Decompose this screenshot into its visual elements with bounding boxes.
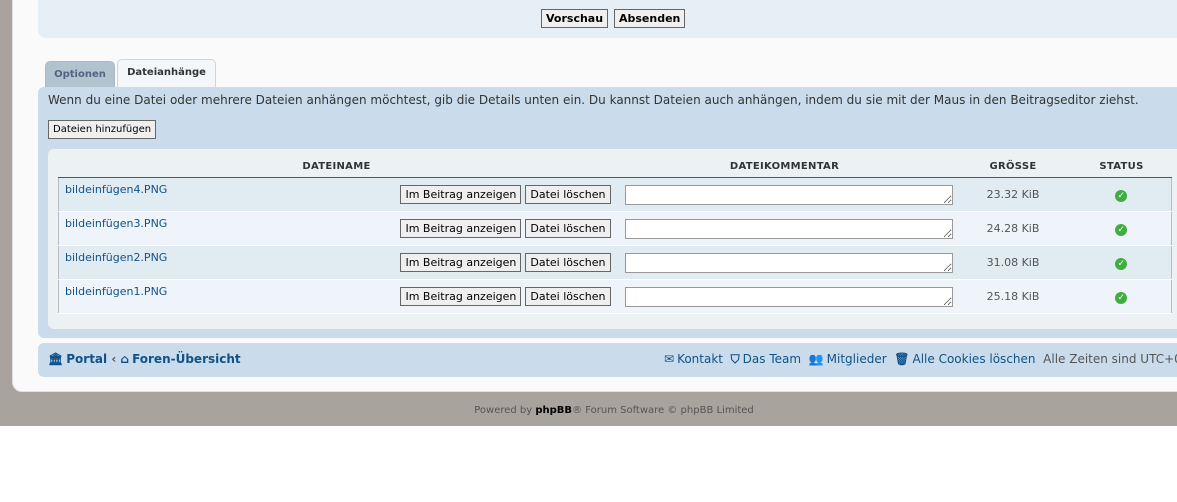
check-circle-icon: ✓ [1115, 190, 1128, 202]
file-actions: Im Beitrag anzeigen Datei löschen [400, 219, 611, 238]
column-header-filename: DATEINAME [58, 155, 615, 178]
comment-cell [614, 177, 955, 212]
powered-by: Powered by phpBB® Forum Software © phpBB… [0, 405, 1177, 416]
file-size: 31.08 KiB [954, 245, 1072, 280]
delete-file-button[interactable]: Datei löschen [525, 253, 611, 272]
file-comment-input[interactable] [624, 184, 953, 205]
table-row: bildeinfügen3.PNG Im Beitrag anzeigen Dat… [58, 211, 1172, 246]
file-size: 25.18 KiB [954, 279, 1072, 314]
filename-cell: bildeinfügen3.PNG Im Beitrag anzeigen Dat… [58, 211, 615, 246]
filename-cell: bildeinfügen2.PNG Im Beitrag anzeigen Dat… [58, 245, 615, 280]
filename-cell: bildeinfügen1.PNG Im Beitrag anzeigen Dat… [58, 279, 615, 314]
bank-icon: 🏛 [48, 352, 64, 366]
powered-by-suffix: ® Forum Software © phpBB Limited [572, 405, 754, 416]
comment-cell [614, 279, 955, 314]
check-circle-icon: ✓ [1115, 292, 1128, 304]
file-size: 23.32 KiB [954, 177, 1072, 212]
table-row: bildeinfügen1.PNG Im Beitrag anzeigen Dat… [58, 279, 1172, 314]
show-in-post-button[interactable]: Im Beitrag anzeigen [400, 253, 522, 272]
portal-link[interactable]: Portal [66, 352, 107, 366]
column-header-comment: DATEIKOMMENTAR [614, 155, 955, 178]
attachments-table: DATEINAME DATEIKOMMENTAR GRÖSSE STATUS b… [58, 155, 1172, 314]
file-actions: Im Beitrag anzeigen Datei löschen [400, 287, 611, 306]
timezone-text: Alle Zeiten sind UTC+02:00 [1043, 352, 1177, 366]
file-actions: Im Beitrag anzeigen Datei löschen [400, 185, 611, 204]
delete-file-button[interactable]: Datei löschen [525, 287, 611, 306]
filename-cell: bildeinfügen4.PNG Im Beitrag anzeigen Dat… [58, 177, 615, 212]
status-cell: ✓ [1071, 211, 1172, 246]
preview-button[interactable]: Vorschau [541, 9, 609, 28]
file-name-link[interactable]: bildeinfügen2.PNG [59, 251, 167, 264]
show-in-post-button[interactable]: Im Beitrag anzeigen [400, 185, 522, 204]
tab-options[interactable]: Optionen [45, 61, 115, 88]
column-header-status: STATUS [1071, 155, 1172, 178]
file-actions: Im Beitrag anzeigen Datei löschen [400, 253, 611, 272]
file-name-link[interactable]: bildeinfügen1.PNG [59, 285, 167, 298]
team-link[interactable]: Das Team [743, 352, 801, 366]
breadcrumb-separator: ‹ [111, 352, 117, 366]
column-header-size: GRÖSSE [954, 155, 1072, 178]
trash-icon: 🗑 [894, 352, 910, 366]
tab-attachments[interactable]: Dateianhänge [117, 59, 216, 87]
footer-links: ✉ Kontakt ⛉ Das Team 👥 Mitglieder 🗑 Alle Coo… [664, 352, 1177, 367]
envelope-icon: ✉ [664, 352, 675, 366]
check-circle-icon: ✓ [1115, 224, 1128, 236]
forum-index-link[interactable]: Foren-Übersicht [132, 352, 241, 366]
status-cell: ✓ [1071, 177, 1172, 212]
add-files-button[interactable]: Dateien hinzufügen [48, 120, 157, 139]
phpbb-link[interactable]: phpBB [535, 405, 572, 416]
delete-cookies-link[interactable]: Alle Cookies löschen [913, 352, 1036, 366]
attachments-intro: Wenn du eine Datei oder mehrere Dateien … [48, 93, 1139, 107]
comment-cell [614, 245, 955, 280]
shield-icon: ⛉ [730, 352, 740, 366]
home-icon: ⌂ [120, 352, 130, 366]
file-comment-input[interactable] [624, 218, 953, 239]
file-size: 24.28 KiB [954, 211, 1072, 246]
show-in-post-button[interactable]: Im Beitrag anzeigen [400, 287, 522, 306]
delete-file-button[interactable]: Datei löschen [525, 219, 611, 238]
table-row: bildeinfügen4.PNG Im Beitrag anzeigen Dat… [58, 177, 1172, 212]
breadcrumb: 🏛 Portal ‹ ⌂ Foren-Übersicht [48, 352, 241, 366]
status-cell: ✓ [1071, 279, 1172, 314]
delete-file-button[interactable]: Datei löschen [525, 185, 611, 204]
check-circle-icon: ✓ [1115, 258, 1128, 270]
file-comment-input[interactable] [624, 252, 953, 273]
footer-navbar: 🏛 Portal ‹ ⌂ Foren-Übersicht ✉ Kontakt ⛉ Das… [38, 343, 1177, 377]
powered-by-prefix: Powered by [474, 405, 536, 416]
comment-cell [614, 211, 955, 246]
members-link[interactable]: Mitglieder [827, 352, 887, 366]
contact-link[interactable]: Kontakt [677, 352, 723, 366]
submit-button[interactable]: Absenden [614, 9, 686, 28]
file-name-link[interactable]: bildeinfügen4.PNG [59, 183, 167, 196]
table-row: bildeinfügen2.PNG Im Beitrag anzeigen Dat… [58, 245, 1172, 280]
file-comment-input[interactable] [624, 286, 953, 307]
users-icon: 👥 [808, 352, 824, 366]
file-name-link[interactable]: bildeinfügen3.PNG [59, 217, 167, 230]
show-in-post-button[interactable]: Im Beitrag anzeigen [400, 219, 522, 238]
status-cell: ✓ [1071, 245, 1172, 280]
